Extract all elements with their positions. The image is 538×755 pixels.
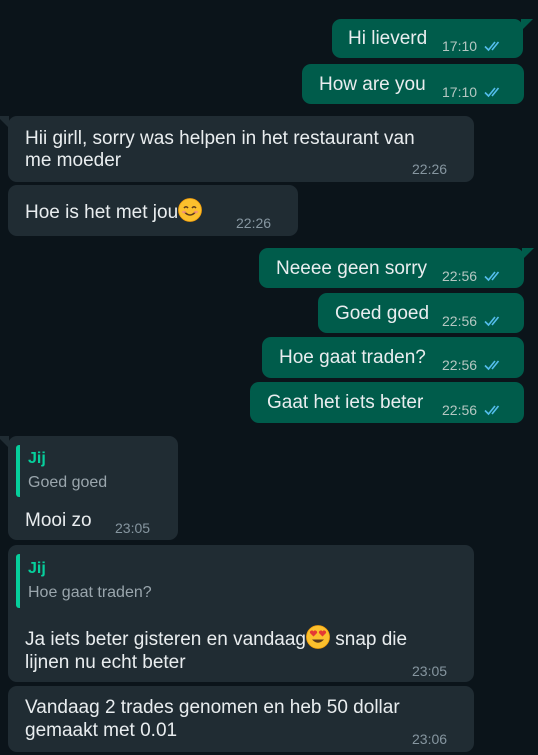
bubble-tail	[522, 248, 534, 260]
read-receipt-double-check-icon	[484, 87, 500, 98]
bubble-tail	[0, 116, 9, 128]
message-time: 22:56	[442, 268, 478, 284]
incoming-reply-message[interactable]: Jij Goed goed Mooi zo 23:05	[8, 436, 178, 540]
smiling-face-emoji-icon	[178, 198, 203, 222]
message-time: 22:56	[442, 313, 478, 329]
message-text-line: Hii girll, sorry was helpen in het resta…	[25, 128, 415, 149]
heart-eyes-emoji-icon	[306, 625, 330, 649]
message-text: Hoe gaat traden?	[279, 347, 426, 368]
outgoing-message[interactable]: Hi lieverd 17:10	[332, 19, 523, 58]
message-text: Hoe is het met jou	[25, 198, 203, 224]
message-text: Gaat het iets beter	[267, 392, 424, 413]
outgoing-message[interactable]: Goed goed 22:56	[318, 293, 524, 333]
message-time: 17:10	[442, 84, 478, 100]
incoming-message[interactable]: Vandaag 2 trades genomen en heb 50 dolla…	[8, 686, 474, 752]
message-time: 17:10	[442, 38, 478, 54]
message-time: 22:26	[236, 215, 272, 231]
message-time: 22:56	[442, 357, 478, 373]
read-receipt-double-check-icon	[484, 405, 500, 416]
outgoing-message[interactable]: Neeee geen sorry 22:56	[259, 248, 524, 288]
quoted-author: Jij	[28, 560, 46, 577]
bubble-tail	[521, 19, 533, 31]
read-receipt-double-check-icon	[484, 316, 500, 327]
message-text-content: Hoe is het met jou	[25, 202, 179, 223]
message-text-line: Vandaag 2 trades genomen en heb 50 dolla…	[25, 697, 400, 718]
incoming-reply-message[interactable]: Jij Hoe gaat traden? Ja iets beter giste…	[8, 545, 474, 682]
message-text: Hi lieverd	[348, 28, 428, 49]
message-time: 23:05	[412, 663, 448, 679]
incoming-message[interactable]: Hoe is het met jou 22:26	[8, 185, 298, 236]
read-receipt-double-check-icon	[484, 360, 500, 371]
message-text: Goed goed	[335, 303, 430, 324]
message-text: Neeee geen sorry	[276, 258, 428, 279]
message-text-line: lijnen nu echt beter	[25, 652, 186, 673]
message-text-line: me moeder	[25, 150, 122, 171]
message-text-content: Ja iets beter gisteren en vandaag	[25, 629, 306, 650]
message-time: 23:06	[412, 731, 448, 747]
outgoing-message[interactable]: How are you 17:10	[302, 64, 524, 104]
quoted-author: Jij	[28, 450, 46, 467]
message-time: 23:05	[115, 520, 151, 536]
message-text-line: gemaakt met 0.01	[25, 720, 178, 741]
incoming-message[interactable]: Hii girll, sorry was helpen in het resta…	[8, 116, 474, 182]
chat-message-list[interactable]: Hi lieverd 17:10 How are you 17:10 Hii g…	[0, 0, 538, 755]
message-time: 22:56	[442, 402, 478, 418]
message-text: Mooi zo	[25, 510, 92, 531]
outgoing-message[interactable]: Hoe gaat traden? 22:56	[262, 337, 524, 378]
message-text-line: Ja iets beter gisteren en vandaag snap d…	[25, 625, 407, 651]
message-text: How are you	[319, 74, 426, 95]
bubble-tail	[0, 436, 9, 448]
read-receipt-double-check-icon	[484, 271, 500, 282]
message-text-content: snap die	[329, 629, 408, 650]
read-receipt-double-check-icon	[484, 41, 500, 52]
quoted-text: Goed goed	[28, 474, 108, 491]
quoted-text: Hoe gaat traden?	[28, 584, 152, 601]
outgoing-message[interactable]: Gaat het iets beter 22:56	[250, 382, 524, 423]
message-time: 22:26	[412, 161, 448, 177]
